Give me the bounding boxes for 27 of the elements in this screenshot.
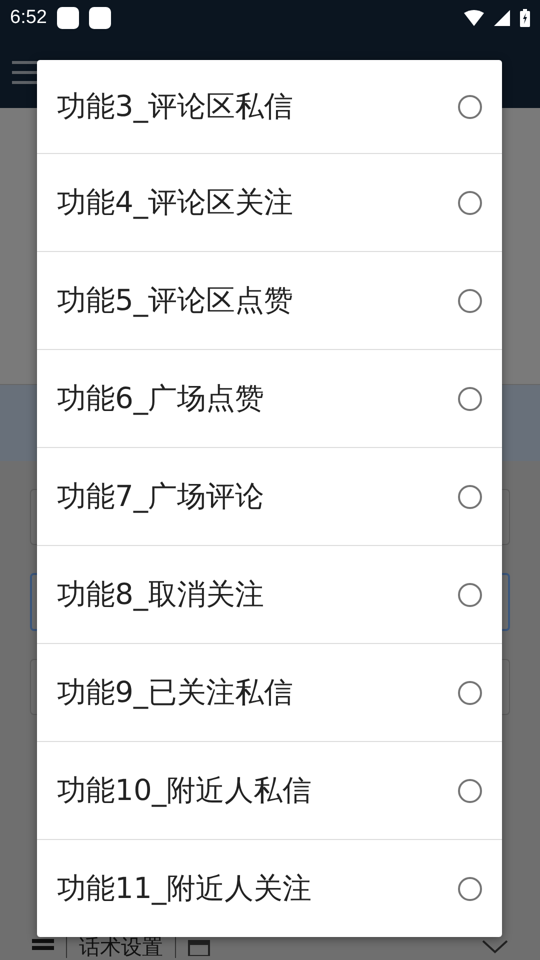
radio-button[interactable] [458, 582, 482, 606]
battery-icon [520, 9, 530, 27]
option-item[interactable]: 功能10_附近人私信 [37, 741, 502, 839]
signal-icon [494, 10, 510, 26]
radio-button[interactable] [458, 94, 482, 118]
radio-button[interactable] [458, 386, 482, 410]
calendar-icon [188, 938, 210, 956]
radio-button[interactable] [458, 876, 482, 900]
radio-button[interactable] [458, 484, 482, 508]
option-item[interactable]: 功能9_已关注私信 [37, 643, 502, 741]
notification-icon [56, 7, 79, 29]
section-title: 话术设置 [79, 934, 163, 960]
chevron-down-icon[interactable] [482, 940, 508, 954]
wifi-icon [464, 10, 484, 26]
option-item[interactable]: 功能8_取消关注 [37, 545, 502, 643]
status-time: 6:52 [10, 7, 47, 29]
radio-button[interactable] [458, 288, 482, 312]
option-item[interactable]: 功能11_附近人关注 [37, 839, 502, 937]
option-item[interactable]: 功能5_评论区点赞 [37, 251, 502, 349]
radio-button[interactable] [458, 190, 482, 214]
option-item[interactable]: 功能3_评论区私信 [37, 60, 502, 153]
option-item[interactable]: 功能7_广场评论 [37, 447, 502, 545]
radio-button[interactable] [458, 680, 482, 704]
option-item[interactable]: 功能6_广场点赞 [37, 349, 502, 447]
notification-icon [88, 7, 111, 29]
radio-button[interactable] [458, 778, 482, 802]
option-item[interactable]: 功能4_评论区关注 [37, 153, 502, 251]
